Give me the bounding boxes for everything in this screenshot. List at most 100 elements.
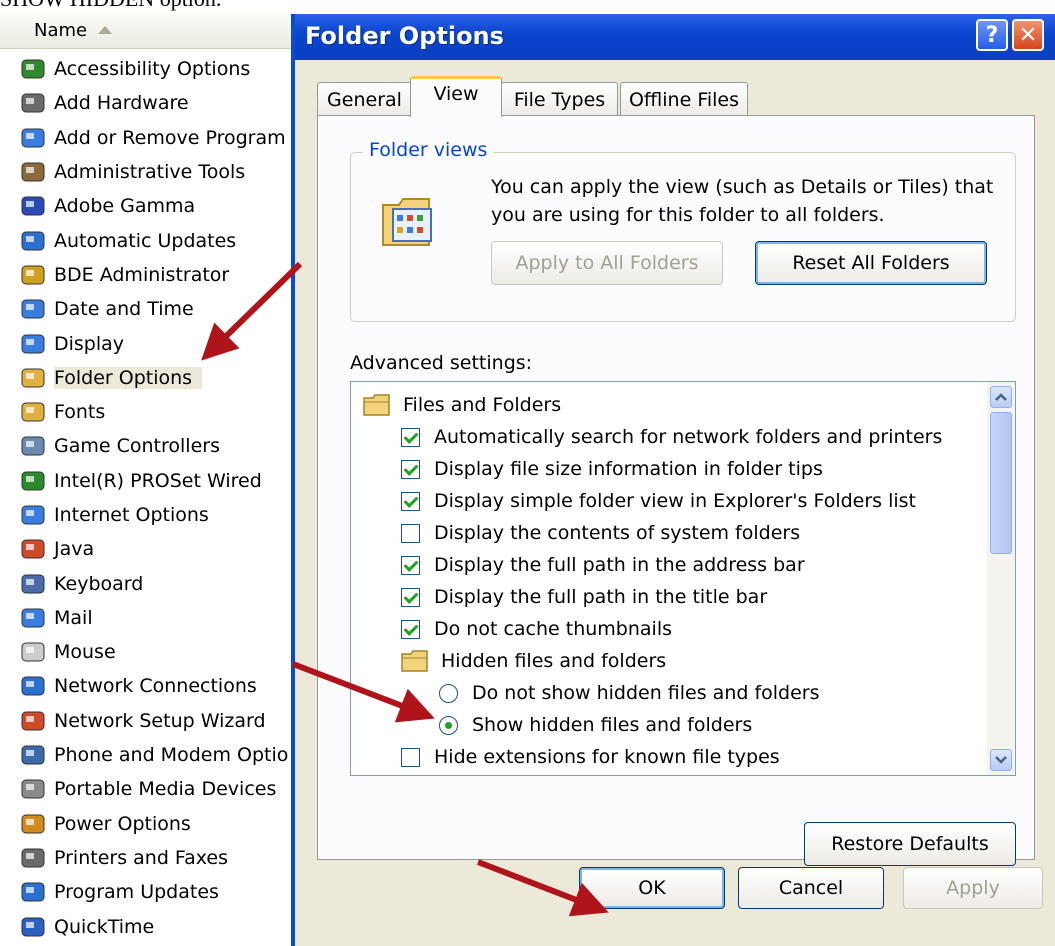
checkbox-row[interactable]: Display the full path in the title bar <box>401 582 767 612</box>
checkbox[interactable] <box>401 427 420 447</box>
checkbox[interactable] <box>401 491 420 511</box>
control-panel-item[interactable]: Add or Remove Program <box>0 121 292 155</box>
column-header-name[interactable]: Name <box>0 14 292 49</box>
apply-to-all-folders-label: Apply to All Folders <box>515 252 699 274</box>
checkbox-row[interactable]: Hide extensions for known file types <box>401 742 780 772</box>
control-panel-item-label: Portable Media Devices <box>54 778 277 801</box>
checkbox[interactable] <box>401 587 420 607</box>
control-panel-item[interactable]: Mail <box>0 601 292 635</box>
control-panel-item-label: Power Options <box>54 812 191 835</box>
help-button[interactable]: ? <box>976 19 1008 51</box>
control-panel-item[interactable]: Keyboard <box>0 566 292 600</box>
control-panel-item[interactable]: Adobe Gamma <box>0 189 292 223</box>
ok-button[interactable]: OK <box>579 867 725 909</box>
control-panel-item[interactable]: Java <box>0 532 292 566</box>
reset-all-folders-button[interactable]: Reset All Folders <box>755 241 987 285</box>
ok-label: OK <box>638 877 666 899</box>
checkbox-row[interactable]: Automatically search for network folders… <box>401 422 942 452</box>
checkbox-row[interactable]: Display file size information in folder … <box>401 454 823 484</box>
checkbox[interactable] <box>401 747 420 767</box>
checkbox[interactable] <box>401 619 420 639</box>
control-panel-item[interactable]: Mouse <box>0 635 292 669</box>
cancel-button[interactable]: Cancel <box>738 867 884 909</box>
control-panel-item-label: Date and Time <box>54 298 194 321</box>
restore-defaults-button[interactable]: Restore Defaults <box>804 822 1016 866</box>
radio-row[interactable]: Do not show hidden files and folders <box>439 678 820 708</box>
checkbox-row[interactable]: Display the contents of system folders <box>401 518 800 548</box>
internet-icon <box>18 501 48 529</box>
checkbox-row[interactable]: Display simple folder view in Explorer's… <box>401 486 916 516</box>
checkbox-row[interactable]: Do not cache thumbnails <box>401 614 672 644</box>
control-panel-item[interactable]: Phone and Modem Optio <box>0 738 292 772</box>
setting-label: Show hidden files and folders <box>472 714 753 736</box>
control-panel-item-label: Game Controllers <box>54 435 220 458</box>
tab-file-types[interactable]: File Types <box>501 82 618 116</box>
control-panel-item[interactable]: BDE Administrator <box>0 258 292 292</box>
control-panel-item-label: Internet Options <box>54 504 209 526</box>
checkbox-row[interactable]: Display the full path in the address bar <box>401 550 805 580</box>
control-panel-item[interactable]: Fonts <box>0 395 292 429</box>
control-panel-item[interactable]: Accessibility Options <box>0 52 292 86</box>
radio-button[interactable] <box>439 715 458 735</box>
radio-button[interactable] <box>439 683 458 703</box>
control-panel-item-label: Intel(R) PROSet Wired <box>54 469 262 492</box>
updates-icon <box>18 878 48 906</box>
media-device-icon <box>18 775 48 803</box>
mail-icon <box>18 604 48 632</box>
control-panel-item-label: Keyboard <box>54 572 144 595</box>
control-panel-item[interactable]: Portable Media Devices <box>0 772 292 806</box>
tab-view[interactable]: View <box>410 76 502 117</box>
apply-to-all-folders-button[interactable]: Apply to All Folders <box>491 241 723 285</box>
network-icon <box>18 672 48 700</box>
setting-label: Display the full path in the title bar <box>434 586 768 608</box>
control-panel-list: Name Accessibility Options Add Hardware Ad… <box>0 14 292 946</box>
tab-offline-files[interactable]: Offline Files <box>620 82 748 116</box>
control-panel-item[interactable]: Administrative Tools <box>0 155 292 189</box>
control-panel-item[interactable]: Printers and Faxes <box>0 841 292 875</box>
close-button[interactable]: ✕ <box>1012 19 1044 51</box>
control-panel-item[interactable]: Automatic Updates <box>0 223 292 257</box>
checkbox[interactable] <box>401 459 420 479</box>
control-panel-item-label: BDE Administrator <box>54 263 230 286</box>
control-panel-item[interactable]: Program Updates <box>0 875 292 909</box>
control-panel-item-label: Automatic Updates <box>54 229 237 252</box>
apply-button[interactable]: Apply <box>903 867 1043 909</box>
quicktime-icon <box>18 913 48 941</box>
control-panel-item[interactable]: Internet Options <box>0 498 292 532</box>
control-panel-item[interactable]: Folder Options <box>0 361 292 395</box>
java-icon <box>18 535 48 563</box>
control-panel-item[interactable]: QuickTime <box>0 909 292 943</box>
advanced-settings-scrollbar[interactable] <box>987 382 1015 775</box>
control-panel-item-label: Adobe Gamma <box>54 195 196 218</box>
control-panel-item[interactable]: Network Setup Wizard <box>0 704 292 738</box>
control-panel-item-label: Display <box>54 332 125 355</box>
wizard-icon <box>18 707 48 735</box>
control-panel-item-label: Add or Remove Program <box>54 126 286 149</box>
control-panel-item[interactable]: Network Connections <box>0 669 292 703</box>
dialog-titlebar[interactable]: Folder Options ? ✕ <box>295 14 1055 60</box>
programs-icon <box>18 124 48 152</box>
tab-general[interactable]: General <box>317 82 412 116</box>
control-panel-item-label: Java <box>54 538 95 561</box>
control-panel-item-label: Administrative Tools <box>54 161 246 184</box>
radio-row[interactable]: Show hidden files and folders <box>439 710 752 740</box>
control-panel-item[interactable]: Add Hardware <box>0 86 292 120</box>
setting-label: Hidden files and folders <box>441 650 667 672</box>
control-panel-item[interactable]: Power Options <box>0 807 292 841</box>
settings-group-row: Files and Folders <box>363 390 561 420</box>
scroll-thumb[interactable] <box>990 412 1012 554</box>
control-panel-item-label: Mail <box>54 606 93 629</box>
fonts-folder-icon <box>18 398 48 426</box>
view-tab-page: Folder views You can apply the view (suc… <box>317 115 1035 866</box>
control-panel-item[interactable]: Game Controllers <box>0 429 292 463</box>
control-panel-item[interactable]: Display <box>0 326 292 360</box>
control-panel-item[interactable]: Intel(R) PROSet Wired <box>0 464 292 498</box>
checkbox[interactable] <box>401 523 420 543</box>
control-panel-items: Accessibility Options Add Hardware Add or … <box>0 52 292 944</box>
control-panel-item[interactable]: Date and Time <box>0 292 292 326</box>
scroll-up-button[interactable] <box>990 386 1012 408</box>
scroll-down-button[interactable] <box>990 749 1012 771</box>
advanced-settings-list[interactable]: Files and Folders Automatically search fo… <box>350 381 1016 776</box>
setting-label: Do not cache thumbnails <box>434 618 673 640</box>
checkbox[interactable] <box>401 555 420 575</box>
